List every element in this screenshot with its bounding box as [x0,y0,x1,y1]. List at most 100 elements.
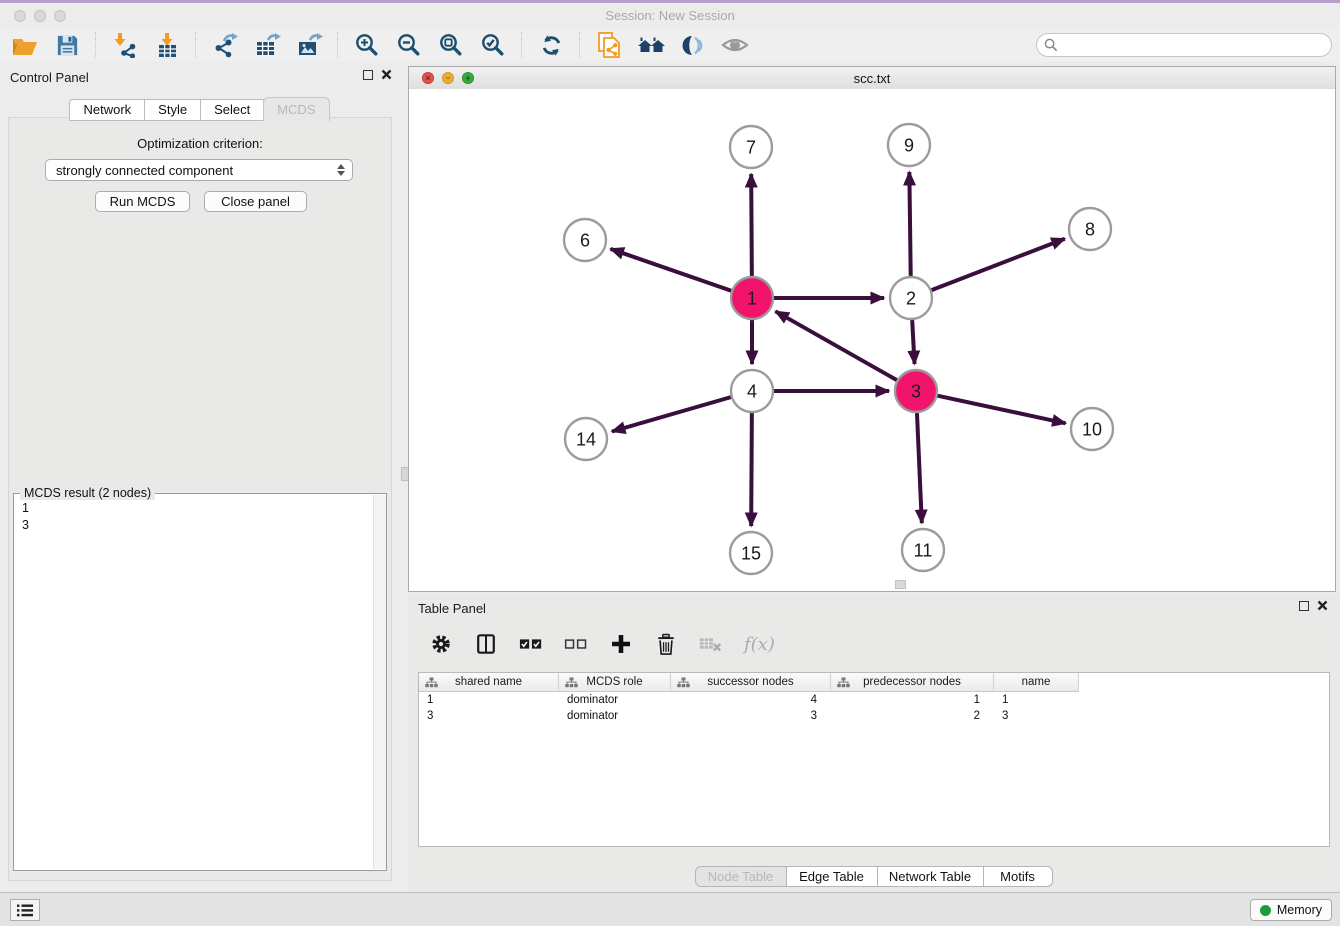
table-cell[interactable]: 1 [831,692,994,708]
edge-1-7[interactable] [751,174,752,276]
column-header-successor-nodes[interactable]: successor nodes [671,673,831,692]
result-scrollbar[interactable] [373,495,386,869]
edge-2-3[interactable] [912,320,914,364]
table-settings-button[interactable] [426,629,456,659]
mcds-result-box: MCDS result (2 nodes) 13 [13,493,387,871]
table-row[interactable]: 3dominator323 [419,708,1329,724]
close-table-panel-icon[interactable] [1317,600,1328,611]
tab-style[interactable]: Style [144,99,201,121]
open-session-button[interactable] [10,30,40,60]
zoom-in-button[interactable] [352,30,382,60]
sort-column-icon [837,677,850,688]
mcds-panel: Optimization criterion: strongly connect… [8,117,392,881]
table-cell[interactable]: 4 [671,692,831,708]
graph-node-14[interactable]: 14 [565,418,607,460]
float-panel-icon[interactable] [363,70,373,80]
tab-network-table[interactable]: Network Table [877,866,984,887]
delete-table-button[interactable] [696,629,726,659]
table-cell[interactable]: 2 [831,708,994,724]
add-column-button[interactable] [606,629,636,659]
edge-3-11[interactable] [917,413,922,523]
tab-node-table[interactable]: Node Table [695,866,787,887]
column-header-mcds-role[interactable]: MCDS role [559,673,671,692]
graph-node-15[interactable]: 15 [730,532,772,574]
import-table-button[interactable] [152,30,182,60]
table-panel: Table Panel [408,594,1340,892]
edge-4-15[interactable] [751,413,752,526]
tab-select[interactable]: Select [200,99,264,121]
tab-motifs[interactable]: Motifs [983,866,1053,887]
hide-show-button[interactable] [720,30,750,60]
tab-mcds[interactable]: MCDS [263,97,329,121]
zoom-selected-button[interactable] [478,30,508,60]
zoom-fit-button[interactable] [436,30,466,60]
delete-column-button[interactable] [651,629,681,659]
float-table-panel-icon[interactable] [1299,601,1309,611]
svg-text:10: 10 [1082,419,1102,439]
optimization-selected-value: strongly connected component [56,163,233,178]
zoom-fit-icon [438,32,464,58]
table-cell[interactable]: 1 [994,692,1079,708]
graph-node-6[interactable]: 6 [564,219,606,261]
apply-layout-button[interactable] [536,30,566,60]
apply-function-button[interactable]: f(x) [741,629,781,659]
select-stepper-icon [337,164,345,176]
export-network-button[interactable] [210,30,240,60]
toggle-graphics-details-button[interactable] [678,30,708,60]
result-line: 1 [22,500,29,517]
graph-node-9[interactable]: 9 [888,124,930,166]
graph-node-1[interactable]: 1 [731,277,773,319]
graph-node-10[interactable]: 10 [1071,408,1113,450]
close-panel-icon[interactable] [381,69,392,80]
close-panel-button[interactable]: Close panel [204,191,307,212]
svg-text:6: 6 [580,230,590,250]
task-history-button[interactable] [10,899,40,921]
import-network-button[interactable] [110,30,140,60]
table-cell[interactable]: dominator [559,692,671,708]
network-canvas[interactable]: 1 2 3 4 6 7 8 9 10 11 14 15 [409,89,1335,591]
column-header-predecessor-nodes[interactable]: predecessor nodes [831,673,994,692]
edge-2-8[interactable] [932,239,1065,290]
run-mcds-button[interactable]: Run MCDS [95,191,190,212]
export-image-button[interactable] [294,30,324,60]
graph-node-2[interactable]: 2 [890,277,932,319]
table-cell[interactable]: 3 [671,708,831,724]
toolbar-separator [195,32,197,58]
save-icon [55,33,80,58]
tab-edge-table[interactable]: Edge Table [786,866,878,887]
graph-node-8[interactable]: 8 [1069,208,1111,250]
edge-4-14[interactable] [612,397,731,431]
show-networks-button[interactable] [594,30,624,60]
table-cell[interactable]: 3 [419,708,559,724]
export-table-button[interactable] [252,30,282,60]
export-network-icon [212,32,238,58]
column-header-shared-name[interactable]: shared name [419,673,559,692]
zoom-out-button[interactable] [394,30,424,60]
graph-node-3[interactable]: 3 [895,370,937,412]
show-columns-button[interactable] [471,629,501,659]
edge-3-10[interactable] [938,396,1066,424]
svg-text:8: 8 [1085,219,1095,239]
table-cell[interactable]: dominator [559,708,671,724]
tab-network[interactable]: Network [69,99,145,121]
table-cell[interactable]: 3 [994,708,1079,724]
deselect-all-button[interactable] [561,629,591,659]
canvas-scroll-nub[interactable] [895,580,906,589]
network-window-title: scc.txt [409,71,1335,86]
reset-view-button[interactable] [636,30,666,60]
edge-3-1[interactable] [775,311,896,380]
save-session-button[interactable] [52,30,82,60]
search-input[interactable] [1063,35,1322,55]
optimization-select[interactable]: strongly connected component [45,159,353,181]
edge-2-9[interactable] [909,172,910,276]
graph-node-4[interactable]: 4 [731,370,773,412]
select-all-button[interactable] [516,629,546,659]
memory-button[interactable]: Memory [1250,899,1332,921]
edge-1-6[interactable] [611,249,732,291]
node-table-header: shared nameMCDS rolesuccessor nodesprede… [419,673,1329,692]
table-cell[interactable]: 1 [419,692,559,708]
table-row[interactable]: 1dominator411 [419,692,1329,708]
graph-node-7[interactable]: 7 [730,126,772,168]
graph-node-11[interactable]: 11 [902,529,944,571]
column-header-name[interactable]: name [994,673,1079,692]
